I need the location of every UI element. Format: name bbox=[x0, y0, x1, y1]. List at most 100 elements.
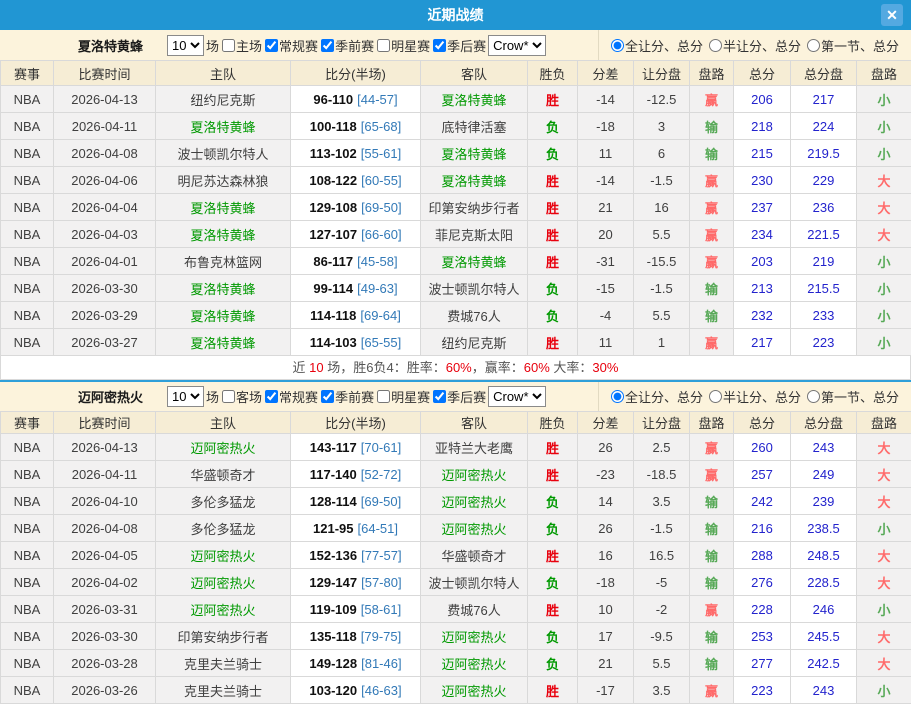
total-line: 243 bbox=[791, 677, 857, 704]
point-diff: -31 bbox=[578, 248, 634, 275]
regular-season-checkbox[interactable] bbox=[265, 39, 278, 52]
win-loss: 负 bbox=[528, 515, 578, 542]
close-button[interactable]: ✕ bbox=[881, 4, 903, 26]
allstar-checkbox[interactable] bbox=[377, 390, 390, 403]
league-select[interactable]: Crow* bbox=[488, 35, 546, 56]
results-table: 赛事比赛时间主队比分(半场)客队胜负分差让分盘盘路总分总分盘盘路 NBA2026… bbox=[0, 411, 911, 704]
league-select[interactable]: Crow* bbox=[488, 386, 546, 407]
games-count-select[interactable]: 10 bbox=[167, 35, 204, 56]
first-quarter-total-radio-label[interactable]: 第一节、总分 bbox=[807, 387, 899, 406]
half-handicap-total-radio[interactable] bbox=[709, 39, 722, 52]
match-date: 2026-04-03 bbox=[54, 221, 156, 248]
home-team: 克里夫兰骑士 bbox=[156, 677, 291, 704]
playoffs-checkbox-label[interactable]: 季后赛 bbox=[430, 36, 486, 55]
handicap-line: -5 bbox=[634, 569, 690, 596]
preseason-checkbox[interactable] bbox=[321, 39, 334, 52]
handicap-result: 输 bbox=[690, 650, 734, 677]
win-loss: 胜 bbox=[528, 542, 578, 569]
total-line: 215.5 bbox=[791, 275, 857, 302]
full-handicap-total-radio[interactable] bbox=[611, 390, 624, 403]
point-diff: -23 bbox=[578, 461, 634, 488]
league: NBA bbox=[1, 677, 54, 704]
win-loss: 负 bbox=[528, 488, 578, 515]
summary-stat-value: 10 bbox=[309, 360, 323, 375]
result-row: NBA2026-04-02迈阿密热火129-147[57-80]波士顿凯尔特人负… bbox=[1, 569, 911, 596]
half-handicap-total-radio-label[interactable]: 半让分、总分 bbox=[709, 36, 801, 55]
stat-mode-radios: 全让分、总分半让分、总分第一节、总分 bbox=[598, 30, 911, 60]
total-result: 小 bbox=[857, 515, 911, 542]
column-header: 盘路 bbox=[857, 61, 911, 86]
column-header: 比赛时间 bbox=[54, 412, 156, 434]
full-handicap-total-radio-label[interactable]: 全让分、总分 bbox=[611, 36, 703, 55]
games-suffix-label: 场 bbox=[206, 387, 219, 406]
match-date: 2026-04-10 bbox=[54, 488, 156, 515]
score: 96-110[44-57] bbox=[291, 86, 421, 113]
home-team: 明尼苏达森林狼 bbox=[156, 167, 291, 194]
home-games-checkbox[interactable] bbox=[222, 39, 235, 52]
score: 117-140[52-72] bbox=[291, 461, 421, 488]
away-games-checkbox-label[interactable]: 客场 bbox=[219, 387, 262, 406]
league: NBA bbox=[1, 248, 54, 275]
team-name: 迈阿密热火 bbox=[78, 387, 143, 406]
win-loss: 负 bbox=[528, 140, 578, 167]
total-result: 大 bbox=[857, 434, 911, 461]
result-row: NBA2026-03-29夏洛特黄蜂114-118[69-64]费城76人负-4… bbox=[1, 302, 911, 329]
handicap-result: 赢 bbox=[690, 221, 734, 248]
regular-season-checkbox[interactable] bbox=[265, 390, 278, 403]
column-header: 客队 bbox=[421, 61, 528, 86]
total-line: 229 bbox=[791, 167, 857, 194]
home-team: 迈阿密热火 bbox=[156, 434, 291, 461]
allstar-checkbox[interactable] bbox=[377, 39, 390, 52]
handicap-result: 输 bbox=[690, 569, 734, 596]
point-diff: 17 bbox=[578, 623, 634, 650]
total-result: 大 bbox=[857, 488, 911, 515]
full-handicap-total-radio[interactable] bbox=[611, 39, 624, 52]
first-quarter-total-radio[interactable] bbox=[807, 39, 820, 52]
playoffs-checkbox[interactable] bbox=[433, 390, 446, 403]
point-diff: -17 bbox=[578, 677, 634, 704]
half-handicap-total-radio-label[interactable]: 半让分、总分 bbox=[709, 387, 801, 406]
first-quarter-total-radio-label[interactable]: 第一节、总分 bbox=[807, 36, 899, 55]
first-quarter-total-radio[interactable] bbox=[807, 390, 820, 403]
column-header: 盘路 bbox=[857, 412, 911, 434]
preseason-checkbox[interactable] bbox=[321, 390, 334, 403]
win-loss: 负 bbox=[528, 569, 578, 596]
total-result: 大 bbox=[857, 167, 911, 194]
handicap-result: 输 bbox=[690, 275, 734, 302]
away-team: 波士顿凯尔特人 bbox=[421, 569, 528, 596]
regular-season-checkbox-label[interactable]: 常规赛 bbox=[262, 36, 318, 55]
result-row: NBA2026-03-31迈阿密热火119-109[58-61]费城76人胜10… bbox=[1, 596, 911, 623]
away-team: 波士顿凯尔特人 bbox=[421, 275, 528, 302]
win-loss: 胜 bbox=[528, 596, 578, 623]
full-handicap-total-radio-label[interactable]: 全让分、总分 bbox=[611, 387, 703, 406]
preseason-checkbox-label[interactable]: 季前赛 bbox=[318, 387, 374, 406]
summary-stat-value: 30% bbox=[592, 360, 618, 375]
total-points: 218 bbox=[734, 113, 791, 140]
regular-season-checkbox-label[interactable]: 常规赛 bbox=[262, 387, 318, 406]
games-count-select[interactable]: 10 bbox=[167, 386, 204, 407]
playoffs-checkbox-label[interactable]: 季后赛 bbox=[430, 387, 486, 406]
away-team: 底特律活塞 bbox=[421, 113, 528, 140]
allstar-checkbox-label[interactable]: 明星赛 bbox=[374, 36, 430, 55]
total-points: 216 bbox=[734, 515, 791, 542]
handicap-result: 赢 bbox=[690, 86, 734, 113]
home-team: 夏洛特黄蜂 bbox=[156, 113, 291, 140]
handicap-result: 赢 bbox=[690, 248, 734, 275]
half-handicap-total-radio[interactable] bbox=[709, 390, 722, 403]
handicap-line: 6 bbox=[634, 140, 690, 167]
result-row: NBA2026-03-30夏洛特黄蜂99-114[49-63]波士顿凯尔特人负-… bbox=[1, 275, 911, 302]
match-date: 2026-03-30 bbox=[54, 275, 156, 302]
playoffs-checkbox[interactable] bbox=[433, 39, 446, 52]
point-diff: 21 bbox=[578, 650, 634, 677]
win-loss: 胜 bbox=[528, 677, 578, 704]
away-team: 迈阿密热火 bbox=[421, 461, 528, 488]
home-team: 夏洛特黄蜂 bbox=[156, 221, 291, 248]
total-result: 大 bbox=[857, 623, 911, 650]
home-games-checkbox-label[interactable]: 主场 bbox=[219, 36, 262, 55]
preseason-checkbox-label[interactable]: 季前赛 bbox=[318, 36, 374, 55]
allstar-checkbox-label[interactable]: 明星赛 bbox=[374, 387, 430, 406]
total-points: 217 bbox=[734, 329, 791, 356]
win-loss: 胜 bbox=[528, 194, 578, 221]
total-result: 小 bbox=[857, 302, 911, 329]
away-games-checkbox[interactable] bbox=[222, 390, 235, 403]
